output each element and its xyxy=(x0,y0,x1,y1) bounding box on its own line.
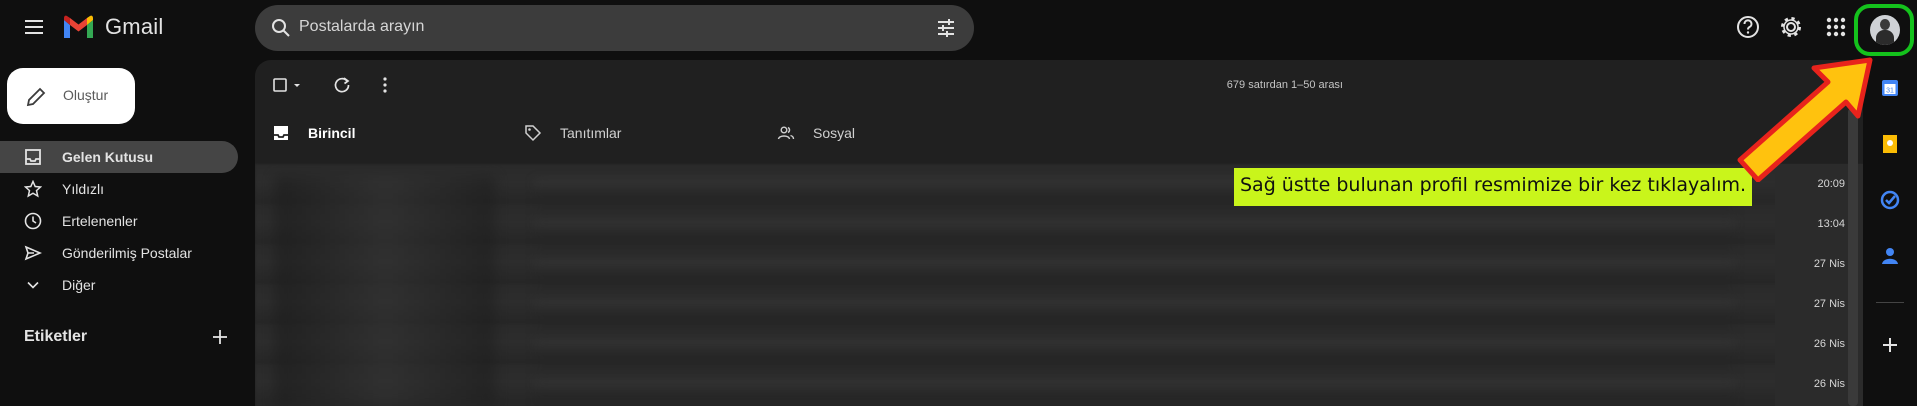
search-input[interactable]: Postalarda arayın xyxy=(299,18,424,36)
clock-icon xyxy=(24,212,42,230)
profile-avatar[interactable] xyxy=(1870,15,1900,45)
gmail-logo-icon[interactable] xyxy=(62,14,95,40)
sidebar-item-label: Diğer xyxy=(62,277,96,293)
email-time: 27 Nis xyxy=(1813,298,1845,310)
tab-label: Sosyal xyxy=(813,125,856,141)
tasks-icon[interactable] xyxy=(1879,189,1901,211)
sidebar-item-inbox[interactable]: Gelen Kutusu xyxy=(0,141,238,173)
email-time: 26 Nis xyxy=(1813,338,1845,350)
people-icon xyxy=(777,126,795,140)
search-icon[interactable] xyxy=(271,18,291,38)
sidebar-item-label: Gönderilmiş Postalar xyxy=(62,245,192,261)
inbox-icon xyxy=(274,126,288,140)
mail-list-panel: 679 satırdan 1–50 arası Birincil Tanıtım… xyxy=(255,60,1863,406)
pencil-icon xyxy=(26,87,46,107)
sidebar-item-sent[interactable]: Gönderilmiş Postalar xyxy=(0,237,238,269)
chevron-down-icon xyxy=(27,281,39,289)
main-menu-button[interactable] xyxy=(20,16,48,40)
sidebar-item-snoozed[interactable]: Ertelenenler xyxy=(0,205,238,237)
add-addon-plus-icon[interactable] xyxy=(1879,334,1901,356)
tab-promotions[interactable]: Tanıtımlar xyxy=(524,122,724,146)
email-time: 13:04 xyxy=(1817,218,1845,230)
instruction-callout: Sağ üstte bulunan profil resmimize bir k… xyxy=(1234,168,1753,206)
top-bar: Gmail Postalarda arayın xyxy=(0,0,1917,56)
google-apps-grid-icon[interactable] xyxy=(1823,14,1849,40)
tab-label: Birincil xyxy=(308,125,356,141)
help-icon[interactable] xyxy=(1735,14,1761,40)
search-options-icon[interactable] xyxy=(936,18,956,38)
keep-notes-icon[interactable] xyxy=(1879,133,1901,155)
sidebar-item-starred[interactable]: Yıldızlı xyxy=(0,173,238,205)
email-time: 27 Nis xyxy=(1813,258,1845,270)
sender-column-blurred xyxy=(275,176,495,406)
side-panel-divider xyxy=(1876,302,1904,303)
pagination-range: 679 satırdan 1–50 arası xyxy=(1226,79,1343,91)
pointer-arrow-icon xyxy=(1737,57,1873,182)
sidebar-item-label: Ertelenenler xyxy=(62,213,138,229)
svg-text:31: 31 xyxy=(1886,88,1894,95)
profile-highlight-box xyxy=(1854,4,1914,56)
tag-icon xyxy=(525,125,542,142)
sidebar-item-label: Gelen Kutusu xyxy=(62,149,154,165)
add-label-plus-icon[interactable] xyxy=(210,327,230,347)
sidebar-item-label: Yıldızlı xyxy=(62,181,105,197)
contacts-icon[interactable] xyxy=(1879,245,1901,267)
tab-label: Tanıtımlar xyxy=(560,125,622,141)
more-options-icon[interactable] xyxy=(374,74,396,96)
tab-primary[interactable]: Birincil xyxy=(272,122,472,146)
subject-column-blurred xyxy=(535,180,1735,406)
email-time: 26 Nis xyxy=(1813,378,1845,390)
tab-social[interactable]: Sosyal xyxy=(777,122,977,146)
inbox-icon xyxy=(25,149,41,165)
labels-heading: Etiketler xyxy=(24,328,88,345)
search-bar[interactable]: Postalarda arayın xyxy=(255,5,974,51)
send-icon xyxy=(24,245,42,261)
compose-label: Oluştur xyxy=(63,87,109,103)
calendar-icon[interactable]: 31 xyxy=(1879,77,1901,99)
app-name: Gmail xyxy=(105,14,164,39)
star-icon xyxy=(24,180,42,198)
select-all-checkbox[interactable] xyxy=(272,74,306,96)
sidebar-item-more[interactable]: Diğer xyxy=(0,269,238,301)
compose-button[interactable]: Oluştur xyxy=(7,68,135,124)
refresh-icon[interactable] xyxy=(331,74,353,96)
settings-gear-icon[interactable] xyxy=(1778,14,1804,40)
